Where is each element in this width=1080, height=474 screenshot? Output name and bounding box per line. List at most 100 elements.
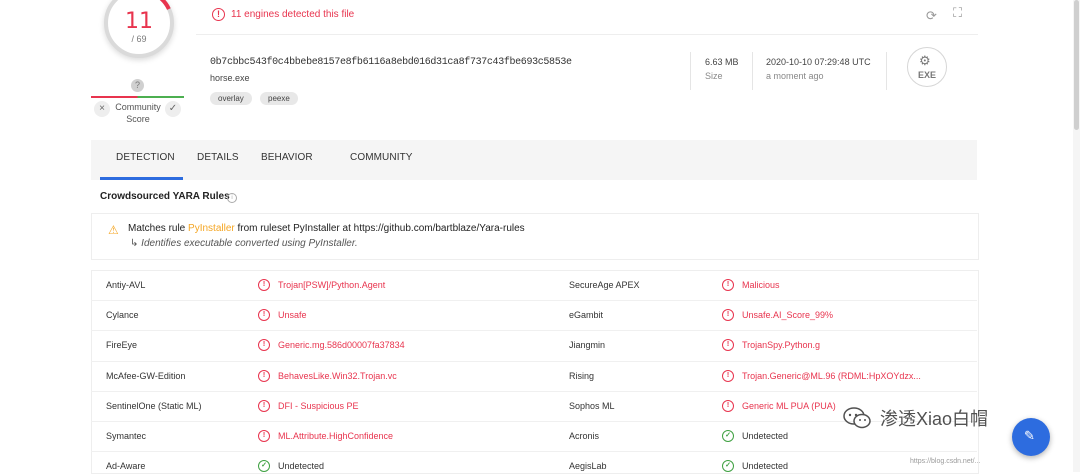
detection-result: ! ML.Attribute.HighConfidence (258, 430, 393, 442)
check-icon: ✓ (722, 430, 734, 442)
detection-label: BehavesLike.Win32.Trojan.vc (278, 370, 397, 381)
detection-label: TrojanSpy.Python.g (742, 340, 821, 351)
alert-icon: ! (722, 399, 734, 412)
detection-result: ! TrojanSpy.Python.g (722, 339, 821, 352)
alert-icon: ! (722, 279, 734, 291)
alert-icon: ! (258, 339, 270, 352)
divider (196, 34, 978, 35)
engine-name: SecureAge APEX (569, 280, 640, 290)
detection-result: ! Generic.mg.586d00007fa37834 (258, 339, 405, 352)
detection-label: Unsafe.AI_Score_99% (742, 310, 834, 321)
detection-result: ✓ Undetected (258, 460, 325, 473)
row-divider (91, 360, 977, 362)
detection-label: ML.Attribute.HighConfidence (278, 431, 394, 441)
reanalyze-icon[interactable]: ⟳ (926, 8, 937, 24)
file-size-value: 6.63 MB (705, 57, 739, 67)
row-divider (91, 330, 977, 332)
info-icon[interactable]: i (227, 193, 237, 203)
yara-card (91, 213, 979, 260)
chat-icon: ✎ (1024, 428, 1035, 443)
detection-result: ! Generic ML PUA (PUA) (722, 399, 836, 412)
watermark-url: https://blog.csdn.net/... (910, 458, 981, 465)
alert-icon: ! (722, 339, 734, 352)
alert-icon: ! (722, 369, 734, 382)
tag-overlay[interactable]: overlay (210, 92, 252, 105)
check-icon: ✓ (258, 460, 270, 473)
engine-name: McAfee-GW-Edition (106, 370, 186, 381)
detection-result: ! Unsafe (258, 309, 307, 322)
engine-name: Symantec (106, 431, 147, 441)
detection-label: Trojan.Generic@ML.96 (RDML:HpXOYdzx... (742, 370, 921, 381)
similar-icon[interactable]: ⛶ (953, 5, 969, 21)
tab-details[interactable]: DETAILS (197, 152, 239, 163)
help-icon[interactable]: ? (131, 79, 144, 92)
engine-name: Acronis (569, 431, 600, 441)
engine-name: Antiy-AVL (106, 280, 146, 290)
detection-label: Generic.mg.586d00007fa37834 (278, 340, 405, 351)
cog-icon: ⚙ (919, 53, 931, 68)
yara-suffix: from ruleset PyInstaller at https://gith… (234, 223, 525, 234)
detection-label: Unsafe (278, 310, 307, 321)
detection-label: Undetected (278, 461, 325, 472)
yara-rule-link[interactable]: PyInstaller (188, 223, 235, 234)
scrollbar-thumb[interactable] (1074, 0, 1079, 130)
tab-behavior[interactable]: BEHAVIOR (261, 152, 313, 163)
row-divider (91, 451, 977, 453)
tab-community[interactable]: COMMUNITY (350, 152, 413, 163)
detection-result: ! Malicious (722, 279, 780, 291)
detection-result: ! Trojan.Generic@ML.96 (RDML:HpXOYdzx... (722, 369, 921, 382)
community-score-label-line2: Score (126, 114, 150, 124)
community-score-label-line1: Community (115, 102, 161, 112)
detection-label: Malicious (742, 280, 780, 290)
watermark: 渗透Xiao白帽 (842, 405, 988, 431)
engine-name: Jiangmin (569, 340, 606, 351)
alert-icon: ! (722, 309, 734, 322)
row-divider (91, 390, 977, 392)
check-icon: ✓ (722, 460, 734, 473)
score-detected: 11 (125, 9, 153, 34)
file-type-label: EXE (917, 70, 936, 80)
page: 11 / 69 ? × Community Score ✓ ! 11 engin… (0, 0, 1080, 474)
active-tab-indicator (100, 177, 183, 180)
divider (690, 52, 691, 90)
detection-result: ! BehavesLike.Win32.Trojan.vc (258, 369, 397, 382)
engine-name: FireEye (106, 340, 138, 351)
analysis-relative-time: a moment ago (766, 71, 824, 81)
score-total: / 69 (131, 34, 147, 44)
downvote-icon[interactable]: × (94, 101, 110, 117)
detection-label: Undetected (742, 461, 789, 472)
chat-button[interactable]: ✎ (1012, 418, 1050, 456)
divider (752, 52, 753, 90)
file-size-label: Size (705, 71, 723, 81)
upvote-icon[interactable]: ✓ (165, 101, 181, 117)
engine-name: Rising (569, 370, 595, 381)
watermark-text: 渗透Xiao白帽 (880, 409, 989, 429)
alert-icon: ! (258, 430, 270, 442)
community-score-bar (91, 96, 184, 98)
file-name: horse.exe (210, 73, 250, 83)
alert-icon: ! (258, 369, 270, 382)
community-score-label: Community Score (112, 101, 164, 125)
detection-score-ring: 11 / 69 (94, 0, 184, 68)
detection-label: Trojan[PSW]/Python.Agent (278, 280, 386, 290)
divider (886, 52, 887, 90)
detection-label: Generic ML PUA (PUA) (742, 400, 836, 411)
alert-icon: ! (258, 279, 270, 291)
yara-prefix: Matches rule (128, 223, 189, 234)
engine-name: AegisLab (569, 461, 607, 472)
row-divider (91, 300, 977, 302)
arrow-icon: ↳ (130, 238, 139, 249)
tab-detection[interactable]: DETECTION (116, 152, 175, 163)
yara-match: Matches rule PyInstaller from ruleset Py… (128, 223, 525, 234)
detection-result: ! Trojan[PSW]/Python.Agent (258, 279, 385, 291)
detection-alert: ! 11 engines detected this file (212, 7, 354, 21)
file-hash[interactable]: 0b7cbbc543f0c4bbebe8157e8fb6116a8ebd016d… (210, 57, 572, 68)
detection-label: Undetected (742, 431, 789, 441)
yara-description: ↳ Identifies executable converted using … (130, 238, 358, 249)
detection-label: DFI - Suspicious PE (278, 400, 359, 411)
detection-result: ! Unsafe.AI_Score_99% (722, 309, 834, 322)
warning-icon: ⚠ (108, 223, 119, 237)
tag-peexe[interactable]: peexe (260, 92, 298, 105)
analysis-date: 2020-10-10 07:29:48 UTC (766, 57, 871, 67)
alert-icon: ! (258, 399, 270, 412)
